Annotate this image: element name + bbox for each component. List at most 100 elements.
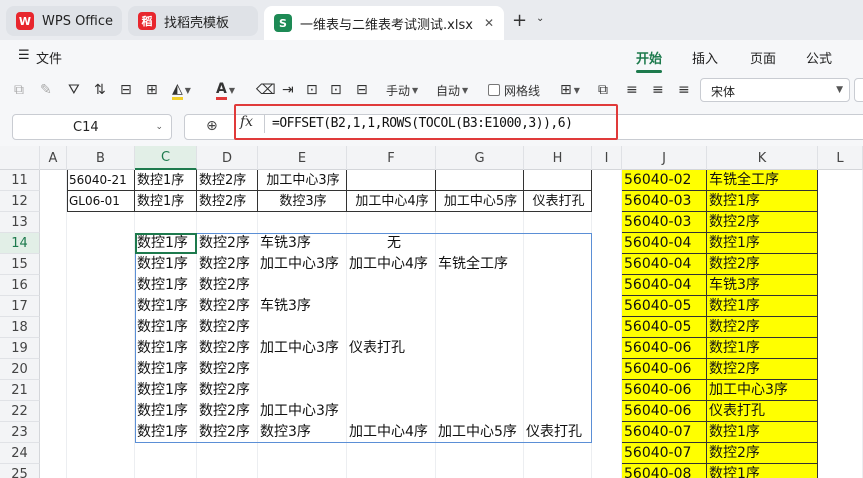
merge-icon[interactable]: ⊟ [356, 80, 368, 100]
tab-document[interactable]: S 一维表与二维表考试测试.xlsx ✕ [264, 6, 504, 40]
data-cell-k[interactable]: 数控2序 [707, 254, 818, 275]
select-all-corner[interactable] [0, 146, 40, 170]
data-cell-j[interactable]: 56040-08 [622, 464, 707, 478]
column-header-f[interactable]: F [347, 146, 436, 170]
column-header-i[interactable]: I [592, 146, 622, 170]
zoom-icon[interactable]: ⊕ [206, 118, 218, 134]
data-cell-k[interactable]: 车铣3序 [707, 275, 818, 296]
row-header-17[interactable]: 17 [0, 296, 40, 317]
collapse-icon[interactable]: ⊡ [306, 80, 318, 100]
data-cell-j[interactable]: 56040-04 [622, 254, 707, 275]
data-cell-k[interactable]: 车铣全工序 [707, 170, 818, 191]
active-cell[interactable] [135, 233, 197, 254]
table-cell[interactable] [347, 170, 436, 191]
tab-template[interactable]: 稻 找稻壳模板 [128, 6, 258, 36]
column-header-e[interactable]: E [258, 146, 347, 170]
data-cell-j[interactable]: 56040-06 [622, 338, 707, 359]
ribbon-tab-page[interactable]: 页面 [750, 48, 776, 67]
close-icon[interactable]: ✕ [484, 16, 494, 30]
data-cell-k[interactable]: 数控2序 [707, 317, 818, 338]
data-cell-k[interactable]: 加工中心3序 [707, 380, 818, 401]
font-name-select[interactable]: 宋体 ▼ [700, 78, 850, 102]
column-header-g[interactable]: G [436, 146, 524, 170]
column-header-j[interactable]: J [622, 146, 707, 170]
table-cell[interactable]: 数控2序 [197, 191, 258, 212]
freeze-icon[interactable]: ⊟ [120, 80, 132, 100]
formula-text[interactable]: =OFFSET(B2,1,1,ROWS(TOCOL(B3:E1000,3)),6… [272, 116, 573, 131]
column-header-c[interactable]: C [135, 146, 197, 170]
data-cell-k[interactable]: 数控1序 [707, 464, 818, 478]
data-cell-j[interactable]: 56040-06 [622, 380, 707, 401]
row-header-18[interactable]: 18 [0, 317, 40, 338]
new-tab-button[interactable]: + [512, 10, 527, 31]
row-header-22[interactable]: 22 [0, 401, 40, 422]
chevron-down-icon[interactable]: ▼ [836, 85, 843, 95]
data-cell-k[interactable]: 数控1序 [707, 191, 818, 212]
data-cell-k[interactable]: 数控1序 [707, 338, 818, 359]
table-cell[interactable]: 加工中心4序 [347, 191, 436, 212]
table-cell[interactable]: 数控1序 [135, 170, 197, 191]
table-cell[interactable] [436, 170, 524, 191]
align-center-icon[interactable]: ≡ [652, 80, 664, 100]
table-cell[interactable] [524, 170, 592, 191]
data-cell-j[interactable]: 56040-05 [622, 296, 707, 317]
cell-style-icon[interactable]: ⧉ [598, 80, 608, 100]
borders-icon[interactable]: ⊞ [146, 80, 158, 100]
clear-format-icon[interactable]: ⌫ [256, 80, 276, 100]
row-header-11[interactable]: 11 [0, 170, 40, 191]
wrap-icon[interactable]: ⇥ [282, 80, 294, 100]
table-cell[interactable]: 56040-21 [67, 170, 135, 191]
data-cell-k[interactable]: 数控1序 [707, 233, 818, 254]
column-width-dropdown[interactable]: 自动 ▼ [436, 80, 468, 100]
filter-icon[interactable]: ⛛ [68, 80, 80, 100]
row-header-23[interactable]: 23 [0, 422, 40, 443]
chevron-down-icon[interactable]: ⌄ [536, 13, 544, 24]
file-menu[interactable]: 文件 [36, 48, 62, 67]
row-header-24[interactable]: 24 [0, 443, 40, 464]
column-header-h[interactable]: H [524, 146, 592, 170]
table-cell[interactable]: 数控3序 [258, 191, 347, 212]
row-header-14[interactable]: 14 [0, 233, 40, 254]
column-header-l[interactable]: L [818, 146, 863, 170]
table-cell[interactable]: GL06-01 [67, 191, 135, 212]
row-header-21[interactable]: 21 [0, 380, 40, 401]
format-painter-icon[interactable]: ✎ [40, 80, 52, 100]
row-header-13[interactable]: 13 [0, 212, 40, 233]
ribbon-tab-insert[interactable]: 插入 [692, 48, 718, 67]
data-cell-k[interactable]: 数控1序 [707, 422, 818, 443]
row-header-19[interactable]: 19 [0, 338, 40, 359]
table-cell[interactable]: 加工中心5序 [436, 191, 524, 212]
ribbon-tab-home[interactable]: 开始 [636, 48, 662, 67]
data-cell-j[interactable]: 56040-02 [622, 170, 707, 191]
data-cell-j[interactable]: 56040-07 [622, 422, 707, 443]
table-cell[interactable]: 加工中心3序 [258, 170, 347, 191]
chevron-down-icon[interactable]: ⌄ [155, 122, 163, 132]
table-cell[interactable]: 数控2序 [197, 170, 258, 191]
row-header-15[interactable]: 15 [0, 254, 40, 275]
fill-color-icon[interactable]: ◭ ▼ [172, 80, 191, 100]
data-cell-k[interactable]: 数控2序 [707, 443, 818, 464]
row-header-20[interactable]: 20 [0, 359, 40, 380]
data-cell-j[interactable]: 56040-04 [622, 233, 707, 254]
gridlines-toggle[interactable]: 网格线 [488, 80, 540, 100]
data-cell-j[interactable]: 56040-03 [622, 212, 707, 233]
expand-icon[interactable]: ⊡ [330, 80, 342, 100]
ribbon-tab-formula[interactable]: 公式 [806, 48, 832, 67]
font-color-icon[interactable]: A ▼ [216, 80, 235, 100]
font-size-select[interactable] [854, 78, 863, 102]
table-cell[interactable]: 数控1序 [135, 191, 197, 212]
name-box[interactable]: C14 ⌄ [12, 114, 172, 140]
table-style-icon[interactable]: ⊞ ▼ [560, 80, 580, 100]
align-left-icon[interactable]: ≡ [626, 80, 638, 100]
data-cell-j[interactable]: 56040-06 [622, 401, 707, 422]
data-cell-j[interactable]: 56040-04 [622, 275, 707, 296]
column-header-a[interactable]: A [40, 146, 67, 170]
data-cell-j[interactable]: 56040-06 [622, 359, 707, 380]
table-cell[interactable]: 仪表打孔 [524, 191, 592, 212]
data-cell-j[interactable]: 56040-05 [622, 317, 707, 338]
paste-special-icon[interactable]: ⧉ [14, 80, 24, 100]
sheet-grid[interactable]: ABCDEFGHIJKL 11 12 13 14 15 16 17 18 19 20 21 22 23 2… [0, 146, 863, 478]
data-cell-k[interactable]: 数控2序 [707, 359, 818, 380]
data-cell-k[interactable]: 数控1序 [707, 296, 818, 317]
data-cell-k[interactable]: 数控2序 [707, 212, 818, 233]
